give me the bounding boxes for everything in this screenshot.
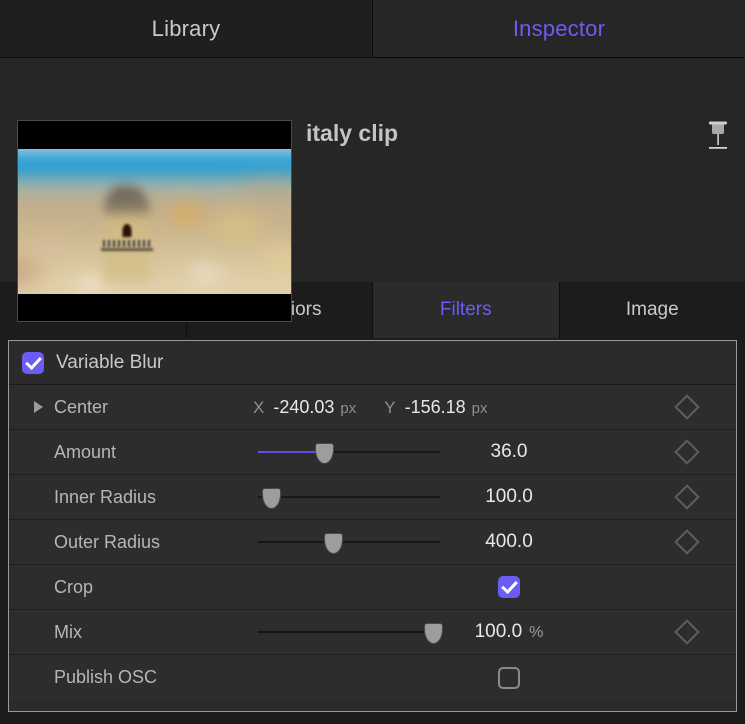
amount-slider-thumb[interactable] [315,443,334,464]
center-x-value[interactable]: -240.03 [273,397,334,418]
mix-value[interactable]: 100.0 [475,621,523,642]
parameter-row-crop: Crop [9,565,736,610]
tab-inspector[interactable]: Inspector [373,0,745,57]
filter-panel-variable-blur: Variable Blur Center X -240.03 px Y -156… [8,340,737,712]
center-y-unit: px [472,400,488,417]
parameter-row-mix: Mix 100.0% [9,610,736,655]
outer-radius-slider-thumb[interactable] [324,533,343,554]
tab-inspector-label: Inspector [513,16,605,42]
tab-image-label: Image [626,299,679,321]
amount-slider-fill [258,451,324,453]
filter-name-label: Variable Blur [56,352,163,374]
thumbnail-ledge [101,248,153,251]
inner-radius-slider-track [258,496,440,498]
inner-radius-value[interactable]: 100.0 [429,486,589,508]
center-x-axis-label: X [253,398,264,418]
crop-checkbox-cell [429,576,589,598]
mix-unit: % [529,624,543,641]
parameter-label-mix: Mix [54,622,82,643]
keyframe-diamond-icon[interactable] [674,484,699,509]
parameter-label-crop: Crop [54,577,93,598]
parameter-row-outer-radius: Outer Radius 400.0 [9,520,736,565]
mix-value-cell: 100.0% [429,621,589,643]
publish-osc-checkbox-cell [429,667,589,689]
center-y-axis-label: Y [384,398,395,418]
keyframe-diamond-icon[interactable] [674,394,699,419]
center-y-value[interactable]: -156.18 [405,397,466,418]
thumbnail-balustrade [103,240,151,247]
parameter-label-outer-radius: Outer Radius [54,532,160,553]
filter-header: Variable Blur [9,341,736,385]
amount-slider[interactable] [258,442,440,462]
disclosure-triangle-icon[interactable] [34,401,43,413]
parameter-label-inner-radius: Inner Radius [54,487,156,508]
center-x-unit: px [340,400,356,417]
keyframe-diamond-icon[interactable] [674,529,699,554]
thumbnail-image [18,149,291,294]
outer-radius-slider-track [258,541,440,543]
tab-filters-label: Filters [440,299,492,321]
parameter-row-publish-osc: Publish OSC [9,655,736,700]
mix-slider[interactable] [258,622,440,642]
parameter-label-amount: Amount [54,442,116,463]
outer-radius-slider[interactable] [258,532,440,552]
pushpin-icon[interactable] [703,120,733,154]
page-title: italy clip [306,120,398,147]
tab-library[interactable]: Library [0,0,373,57]
parameter-label-publish-osc: Publish OSC [54,667,157,688]
mix-slider-track [258,631,440,633]
amount-value[interactable]: 36.0 [429,441,589,463]
tab-filters[interactable]: Filters [373,282,560,338]
top-tab-bar: Library Inspector [0,0,745,58]
outer-radius-value[interactable]: 400.0 [429,531,589,553]
keyframe-diamond-icon[interactable] [674,439,699,464]
filter-enable-checkbox[interactable] [22,352,44,374]
thumbnail-scene [18,149,291,294]
parameter-row-amount: Amount 36.0 [9,430,736,475]
tab-image[interactable]: Image [560,282,745,338]
pushpin-glyph [703,120,733,154]
keyframe-diamond-icon[interactable] [674,619,699,644]
center-point-fields: X -240.03 px Y -156.18 px [253,397,516,418]
inner-radius-slider[interactable] [258,487,440,507]
clip-header: italy clip [0,58,745,282]
parameter-row-center: Center X -240.03 px Y -156.18 px [9,385,736,430]
inner-radius-slider-thumb[interactable] [262,488,281,509]
clip-thumbnail[interactable] [17,120,292,322]
thumbnail-tower-window [123,224,132,237]
publish-osc-checkbox[interactable] [498,667,520,689]
tab-library-label: Library [152,16,221,42]
crop-checkbox[interactable] [498,576,520,598]
parameter-row-inner-radius: Inner Radius 100.0 [9,475,736,520]
parameter-label-center: Center [54,397,108,418]
